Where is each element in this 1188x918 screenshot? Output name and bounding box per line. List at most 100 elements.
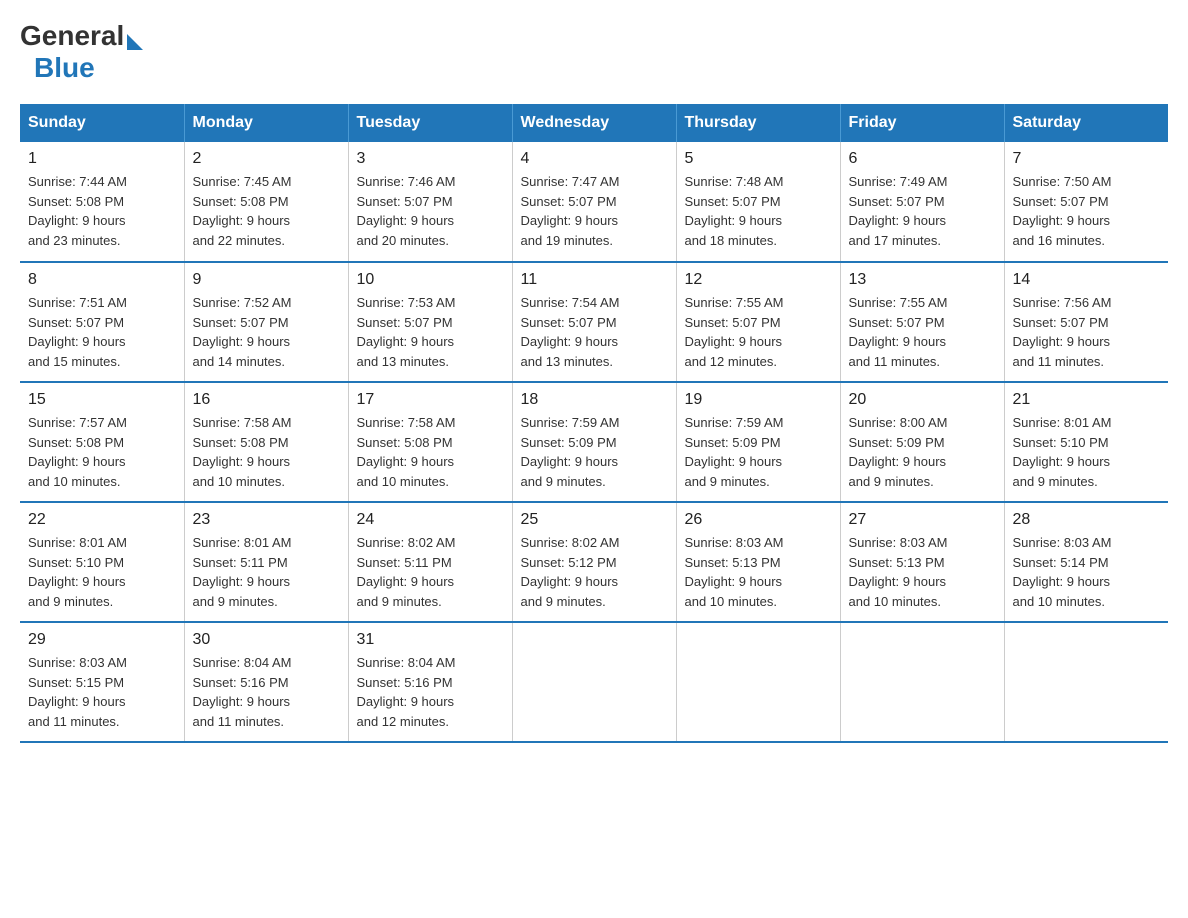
day-info: Sunrise: 7:59 AM Sunset: 5:09 PM Dayligh… — [521, 413, 668, 491]
day-number: 25 — [521, 511, 668, 529]
day-number: 4 — [521, 150, 668, 168]
day-info: Sunrise: 7:50 AM Sunset: 5:07 PM Dayligh… — [1013, 172, 1161, 250]
week-row-2: 8 Sunrise: 7:51 AM Sunset: 5:07 PM Dayli… — [20, 262, 1168, 382]
header-day-thursday: Thursday — [676, 104, 840, 142]
day-number: 21 — [1013, 391, 1161, 409]
day-info: Sunrise: 7:58 AM Sunset: 5:08 PM Dayligh… — [193, 413, 340, 491]
day-info: Sunrise: 7:58 AM Sunset: 5:08 PM Dayligh… — [357, 413, 504, 491]
calendar-cell — [840, 622, 1004, 742]
calendar-cell — [1004, 622, 1168, 742]
day-number: 13 — [849, 271, 996, 289]
day-info: Sunrise: 8:02 AM Sunset: 5:11 PM Dayligh… — [357, 533, 504, 611]
day-info: Sunrise: 7:51 AM Sunset: 5:07 PM Dayligh… — [28, 293, 176, 371]
logo-general-text: General — [20, 20, 124, 52]
day-number: 11 — [521, 271, 668, 289]
calendar-cell: 10 Sunrise: 7:53 AM Sunset: 5:07 PM Dayl… — [348, 262, 512, 382]
logo-blue-text: Blue — [34, 52, 95, 84]
calendar-cell: 28 Sunrise: 8:03 AM Sunset: 5:14 PM Dayl… — [1004, 502, 1168, 622]
day-info: Sunrise: 8:00 AM Sunset: 5:09 PM Dayligh… — [849, 413, 996, 491]
day-number: 28 — [1013, 511, 1161, 529]
calendar-cell: 5 Sunrise: 7:48 AM Sunset: 5:07 PM Dayli… — [676, 142, 840, 262]
calendar-cell: 22 Sunrise: 8:01 AM Sunset: 5:10 PM Dayl… — [20, 502, 184, 622]
day-info: Sunrise: 7:54 AM Sunset: 5:07 PM Dayligh… — [521, 293, 668, 371]
day-number: 19 — [685, 391, 832, 409]
calendar-cell: 20 Sunrise: 8:00 AM Sunset: 5:09 PM Dayl… — [840, 382, 1004, 502]
day-number: 12 — [685, 271, 832, 289]
day-number: 5 — [685, 150, 832, 168]
day-info: Sunrise: 8:03 AM Sunset: 5:14 PM Dayligh… — [1013, 533, 1161, 611]
calendar-cell: 8 Sunrise: 7:51 AM Sunset: 5:07 PM Dayli… — [20, 262, 184, 382]
calendar-cell: 17 Sunrise: 7:58 AM Sunset: 5:08 PM Dayl… — [348, 382, 512, 502]
page-header: General Blue — [20, 20, 1168, 84]
day-number: 9 — [193, 271, 340, 289]
calendar-cell: 16 Sunrise: 7:58 AM Sunset: 5:08 PM Dayl… — [184, 382, 348, 502]
calendar-cell — [676, 622, 840, 742]
day-number: 30 — [193, 631, 340, 649]
day-number: 27 — [849, 511, 996, 529]
calendar-cell: 14 Sunrise: 7:56 AM Sunset: 5:07 PM Dayl… — [1004, 262, 1168, 382]
day-info: Sunrise: 8:01 AM Sunset: 5:10 PM Dayligh… — [1013, 413, 1161, 491]
calendar-cell: 19 Sunrise: 7:59 AM Sunset: 5:09 PM Dayl… — [676, 382, 840, 502]
day-info: Sunrise: 7:53 AM Sunset: 5:07 PM Dayligh… — [357, 293, 504, 371]
day-number: 2 — [193, 150, 340, 168]
day-number: 31 — [357, 631, 504, 649]
calendar-cell: 2 Sunrise: 7:45 AM Sunset: 5:08 PM Dayli… — [184, 142, 348, 262]
day-number: 3 — [357, 150, 504, 168]
calendar-cell: 7 Sunrise: 7:50 AM Sunset: 5:07 PM Dayli… — [1004, 142, 1168, 262]
day-info: Sunrise: 7:44 AM Sunset: 5:08 PM Dayligh… — [28, 172, 176, 250]
calendar-cell: 1 Sunrise: 7:44 AM Sunset: 5:08 PM Dayli… — [20, 142, 184, 262]
header-day-tuesday: Tuesday — [348, 104, 512, 142]
day-number: 23 — [193, 511, 340, 529]
calendar-cell: 13 Sunrise: 7:55 AM Sunset: 5:07 PM Dayl… — [840, 262, 1004, 382]
day-number: 22 — [28, 511, 176, 529]
header-day-friday: Friday — [840, 104, 1004, 142]
day-info: Sunrise: 7:47 AM Sunset: 5:07 PM Dayligh… — [521, 172, 668, 250]
header-day-monday: Monday — [184, 104, 348, 142]
day-number: 20 — [849, 391, 996, 409]
calendar-cell: 26 Sunrise: 8:03 AM Sunset: 5:13 PM Dayl… — [676, 502, 840, 622]
day-number: 7 — [1013, 150, 1161, 168]
header-day-sunday: Sunday — [20, 104, 184, 142]
day-number: 26 — [685, 511, 832, 529]
day-info: Sunrise: 7:49 AM Sunset: 5:07 PM Dayligh… — [849, 172, 996, 250]
calendar-cell: 15 Sunrise: 7:57 AM Sunset: 5:08 PM Dayl… — [20, 382, 184, 502]
week-row-5: 29 Sunrise: 8:03 AM Sunset: 5:15 PM Dayl… — [20, 622, 1168, 742]
calendar-cell: 27 Sunrise: 8:03 AM Sunset: 5:13 PM Dayl… — [840, 502, 1004, 622]
day-info: Sunrise: 8:01 AM Sunset: 5:11 PM Dayligh… — [193, 533, 340, 611]
day-info: Sunrise: 7:45 AM Sunset: 5:08 PM Dayligh… — [193, 172, 340, 250]
calendar-cell: 6 Sunrise: 7:49 AM Sunset: 5:07 PM Dayli… — [840, 142, 1004, 262]
logo-triangle-icon — [127, 34, 143, 50]
calendar-cell: 3 Sunrise: 7:46 AM Sunset: 5:07 PM Dayli… — [348, 142, 512, 262]
day-number: 29 — [28, 631, 176, 649]
day-info: Sunrise: 7:55 AM Sunset: 5:07 PM Dayligh… — [849, 293, 996, 371]
calendar-header: SundayMondayTuesdayWednesdayThursdayFrid… — [20, 104, 1168, 142]
logo: General Blue — [20, 20, 143, 84]
calendar-cell: 12 Sunrise: 7:55 AM Sunset: 5:07 PM Dayl… — [676, 262, 840, 382]
day-number: 18 — [521, 391, 668, 409]
week-row-3: 15 Sunrise: 7:57 AM Sunset: 5:08 PM Dayl… — [20, 382, 1168, 502]
day-number: 15 — [28, 391, 176, 409]
calendar-table: SundayMondayTuesdayWednesdayThursdayFrid… — [20, 104, 1168, 743]
day-number: 24 — [357, 511, 504, 529]
calendar-body: 1 Sunrise: 7:44 AM Sunset: 5:08 PM Dayli… — [20, 142, 1168, 742]
calendar-cell: 23 Sunrise: 8:01 AM Sunset: 5:11 PM Dayl… — [184, 502, 348, 622]
day-info: Sunrise: 7:57 AM Sunset: 5:08 PM Dayligh… — [28, 413, 176, 491]
header-day-saturday: Saturday — [1004, 104, 1168, 142]
week-row-1: 1 Sunrise: 7:44 AM Sunset: 5:08 PM Dayli… — [20, 142, 1168, 262]
day-info: Sunrise: 8:02 AM Sunset: 5:12 PM Dayligh… — [521, 533, 668, 611]
day-info: Sunrise: 8:01 AM Sunset: 5:10 PM Dayligh… — [28, 533, 176, 611]
day-info: Sunrise: 7:52 AM Sunset: 5:07 PM Dayligh… — [193, 293, 340, 371]
day-info: Sunrise: 8:04 AM Sunset: 5:16 PM Dayligh… — [357, 653, 504, 731]
header-day-wednesday: Wednesday — [512, 104, 676, 142]
day-info: Sunrise: 8:04 AM Sunset: 5:16 PM Dayligh… — [193, 653, 340, 731]
day-info: Sunrise: 7:56 AM Sunset: 5:07 PM Dayligh… — [1013, 293, 1161, 371]
calendar-cell: 9 Sunrise: 7:52 AM Sunset: 5:07 PM Dayli… — [184, 262, 348, 382]
calendar-cell: 31 Sunrise: 8:04 AM Sunset: 5:16 PM Dayl… — [348, 622, 512, 742]
day-number: 1 — [28, 150, 176, 168]
day-number: 17 — [357, 391, 504, 409]
calendar-cell: 4 Sunrise: 7:47 AM Sunset: 5:07 PM Dayli… — [512, 142, 676, 262]
day-number: 14 — [1013, 271, 1161, 289]
day-number: 6 — [849, 150, 996, 168]
week-row-4: 22 Sunrise: 8:01 AM Sunset: 5:10 PM Dayl… — [20, 502, 1168, 622]
calendar-cell: 25 Sunrise: 8:02 AM Sunset: 5:12 PM Dayl… — [512, 502, 676, 622]
